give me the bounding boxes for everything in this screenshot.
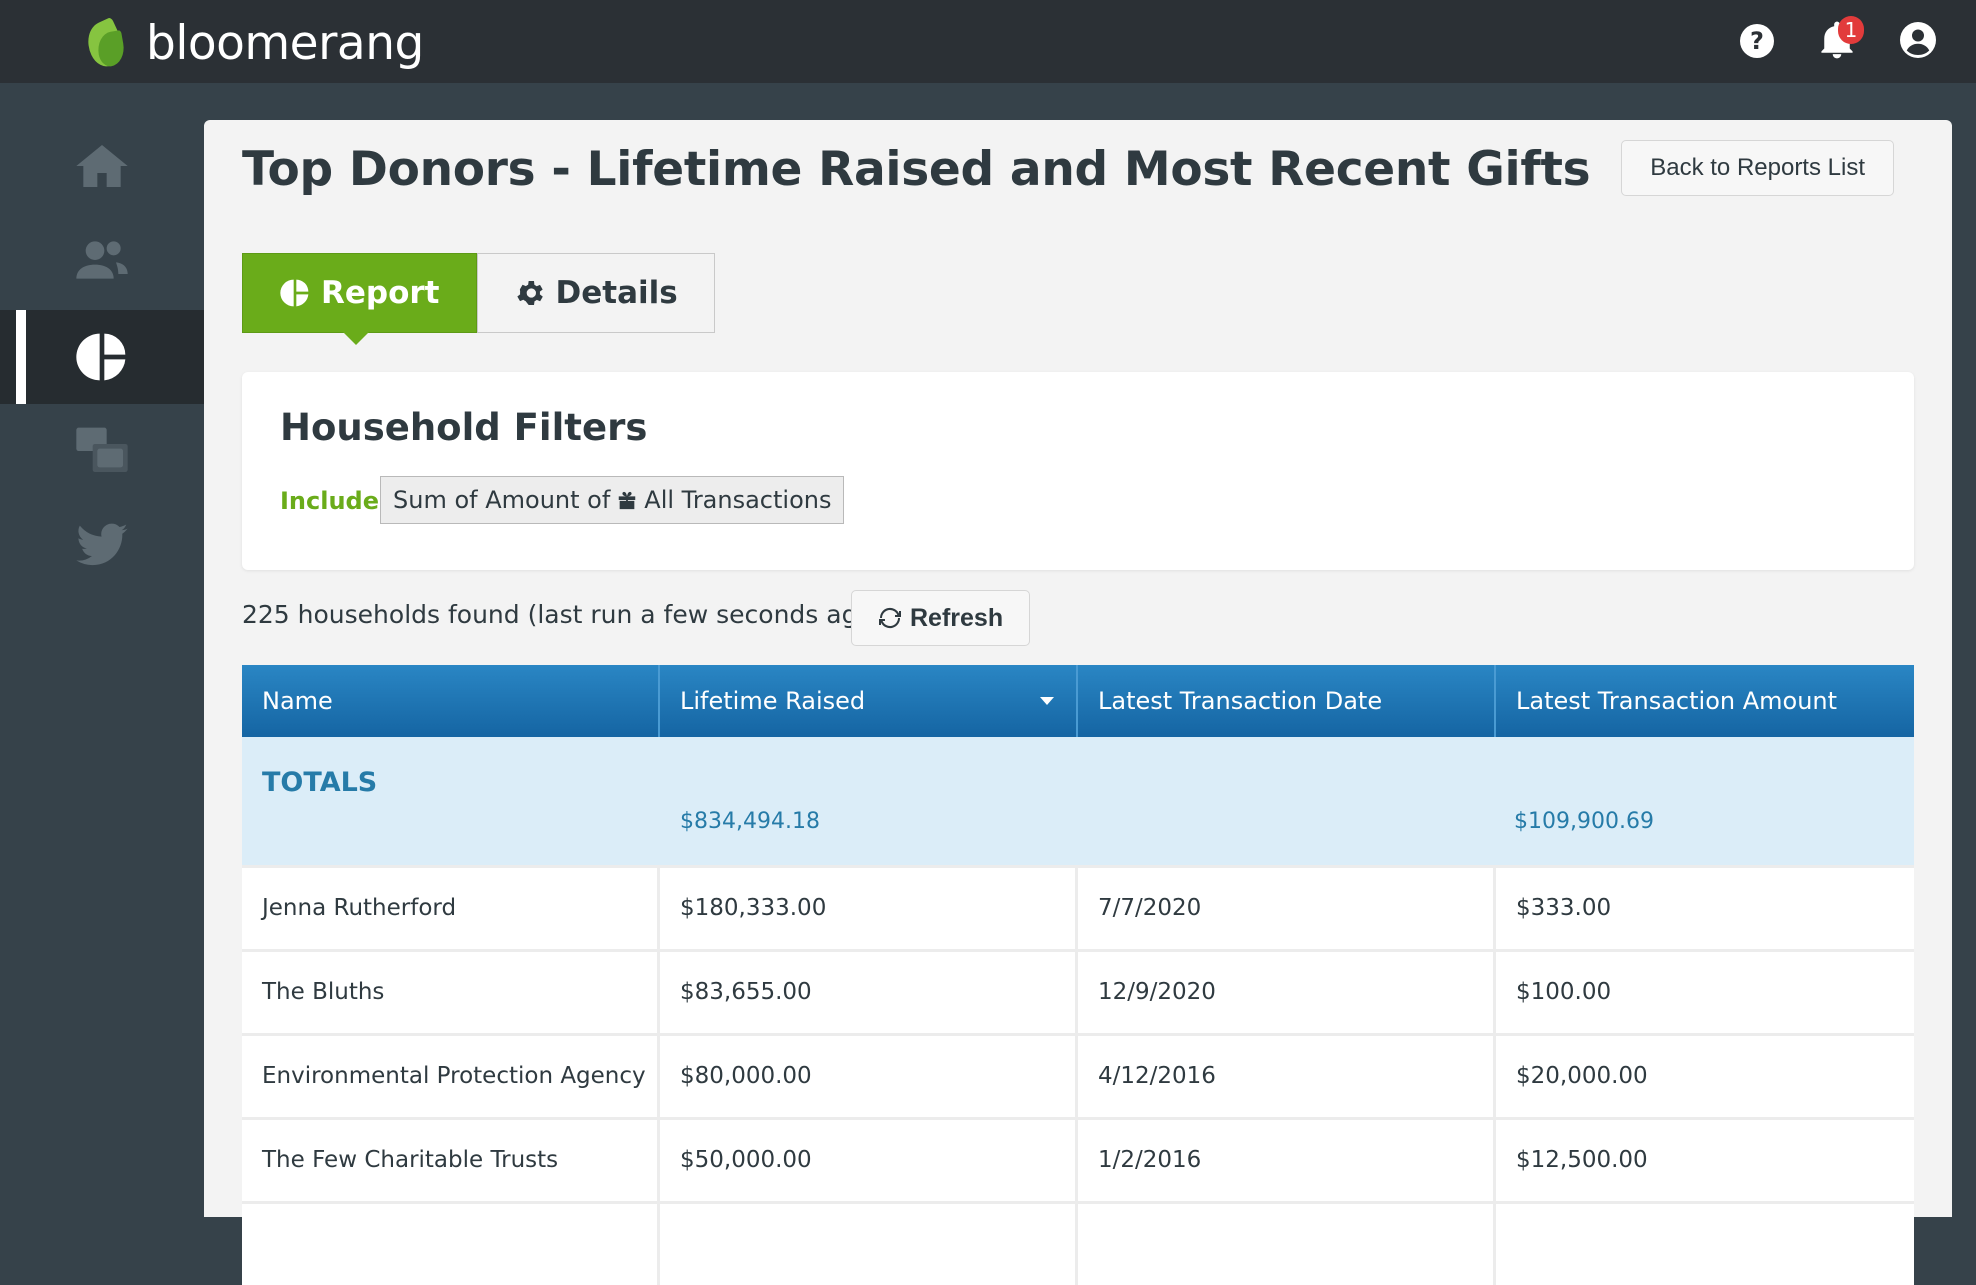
sidebar-item-twitter[interactable] bbox=[0, 498, 204, 592]
pie-chart-icon bbox=[76, 333, 126, 381]
cell-name[interactable]: Jenna Rutherford bbox=[242, 868, 660, 949]
user-circle-icon[interactable] bbox=[1900, 18, 1936, 62]
cell-lifetime-raised: $180,333.00 bbox=[660, 868, 1078, 949]
filter-chip-suffix: All Transactions bbox=[644, 486, 832, 514]
sidebar-item-communications[interactable] bbox=[0, 404, 204, 498]
tab-details[interactable]: Details bbox=[476, 253, 715, 333]
cell-latest-amount: $333.00 bbox=[1516, 895, 1612, 921]
cell-latest-date bbox=[1078, 1204, 1496, 1285]
logo[interactable]: bloomerang bbox=[80, 14, 424, 74]
column-header-latest-date[interactable]: Latest Transaction Date bbox=[1078, 665, 1496, 737]
view-tabs: Report Details bbox=[242, 253, 715, 345]
cell-lifetime-raised: $80,000.00 bbox=[660, 1036, 1078, 1117]
logo-text: bloomerang bbox=[146, 16, 424, 71]
twitter-icon bbox=[76, 523, 128, 566]
sidebar-item-reports[interactable] bbox=[0, 310, 204, 404]
pie-chart-icon bbox=[280, 279, 309, 307]
filters-title: Household Filters bbox=[280, 406, 648, 449]
column-header-lifetime-raised[interactable]: Lifetime Raised bbox=[660, 665, 1078, 737]
notification-badge: 1 bbox=[1838, 16, 1864, 44]
table-row[interactable]: Jenna Rutherford $180,333.00 7/7/2020 $3… bbox=[242, 865, 1914, 949]
cell-latest-date: 7/7/2020 bbox=[1078, 868, 1496, 949]
totals-latest-amount: $109,900.69 bbox=[1514, 809, 1654, 834]
tab-report[interactable]: Report bbox=[242, 253, 477, 345]
sidebar bbox=[0, 83, 204, 1217]
home-icon bbox=[76, 145, 128, 187]
column-header-name[interactable]: Name bbox=[242, 665, 660, 737]
sidebar-item-constituents[interactable] bbox=[0, 213, 204, 307]
totals-lifetime-raised: $834,494.18 bbox=[680, 809, 820, 834]
top-bar: bloomerang ? 1 bbox=[0, 0, 1976, 83]
household-filters-panel: Household Filters Include Sum of Amount … bbox=[242, 372, 1914, 570]
cell-latest-date: 1/2/2016 bbox=[1078, 1120, 1496, 1201]
table-header: Name Lifetime Raised Latest Transaction … bbox=[242, 665, 1914, 737]
page-title: Top Donors - Lifetime Raised and Most Re… bbox=[242, 142, 1591, 197]
tab-label: Details bbox=[555, 275, 678, 311]
cell-name[interactable]: The Few Charitable Trusts bbox=[242, 1120, 660, 1201]
results-summary: 225 households found (last run a few sec… bbox=[242, 600, 883, 629]
cell-name[interactable]: The Bluths bbox=[242, 952, 660, 1033]
leaf-logo-icon bbox=[80, 16, 130, 72]
table-row[interactable]: Environmental Protection Agency $80,000.… bbox=[242, 1033, 1914, 1117]
cell-name[interactable]: Environmental Protection Agency bbox=[242, 1036, 660, 1117]
cell-latest-amount: $100.00 bbox=[1516, 979, 1612, 1005]
gear-icon bbox=[516, 281, 543, 305]
gift-icon bbox=[619, 491, 636, 510]
sort-caret-icon bbox=[1040, 697, 1054, 705]
filter-chip-prefix: Sum of Amount of bbox=[393, 486, 611, 514]
refresh-icon bbox=[879, 607, 901, 629]
cell-latest-amount: $20,000.00 bbox=[1516, 1063, 1648, 1089]
bell-icon[interactable]: 1 bbox=[1820, 16, 1864, 60]
mail-icon bbox=[76, 427, 128, 472]
help-icon[interactable]: ? bbox=[1740, 24, 1774, 58]
cell-latest-date: 4/12/2016 bbox=[1078, 1036, 1496, 1117]
donors-table: Name Lifetime Raised Latest Transaction … bbox=[242, 665, 1914, 1285]
include-label: Include bbox=[280, 487, 380, 515]
cell-name[interactable] bbox=[242, 1204, 660, 1285]
cell-latest-date: 12/9/2020 bbox=[1078, 952, 1496, 1033]
column-header-latest-amount[interactable]: Latest Transaction Amount bbox=[1496, 665, 1914, 737]
cell-latest-amount bbox=[1496, 1204, 1914, 1285]
cell-latest-amount: $12,500.00 bbox=[1516, 1147, 1648, 1173]
cell-lifetime-raised: $50,000.00 bbox=[660, 1120, 1078, 1201]
main-panel: Top Donors - Lifetime Raised and Most Re… bbox=[204, 120, 1952, 1285]
cell-lifetime-raised bbox=[660, 1204, 1078, 1285]
table-row[interactable] bbox=[242, 1201, 1914, 1285]
totals-row: TOTALS $834,494.18 $109,900.69 bbox=[242, 737, 1914, 865]
filter-chip[interactable]: Sum of Amount of All Transactions bbox=[380, 476, 845, 524]
totals-label: TOTALS bbox=[262, 767, 378, 798]
table-row[interactable]: The Bluths $83,655.00 12/9/2020 $100.00 bbox=[242, 949, 1914, 1033]
tab-label: Report bbox=[321, 275, 440, 311]
back-to-reports-button[interactable]: Back to Reports List bbox=[1621, 140, 1894, 196]
cell-lifetime-raised: $83,655.00 bbox=[660, 952, 1078, 1033]
refresh-label: Refresh bbox=[910, 603, 1004, 632]
refresh-button[interactable]: Refresh bbox=[851, 590, 1031, 646]
people-icon bbox=[76, 241, 128, 279]
sidebar-item-home[interactable] bbox=[0, 119, 204, 213]
table-row[interactable]: The Few Charitable Trusts $50,000.00 1/2… bbox=[242, 1117, 1914, 1201]
